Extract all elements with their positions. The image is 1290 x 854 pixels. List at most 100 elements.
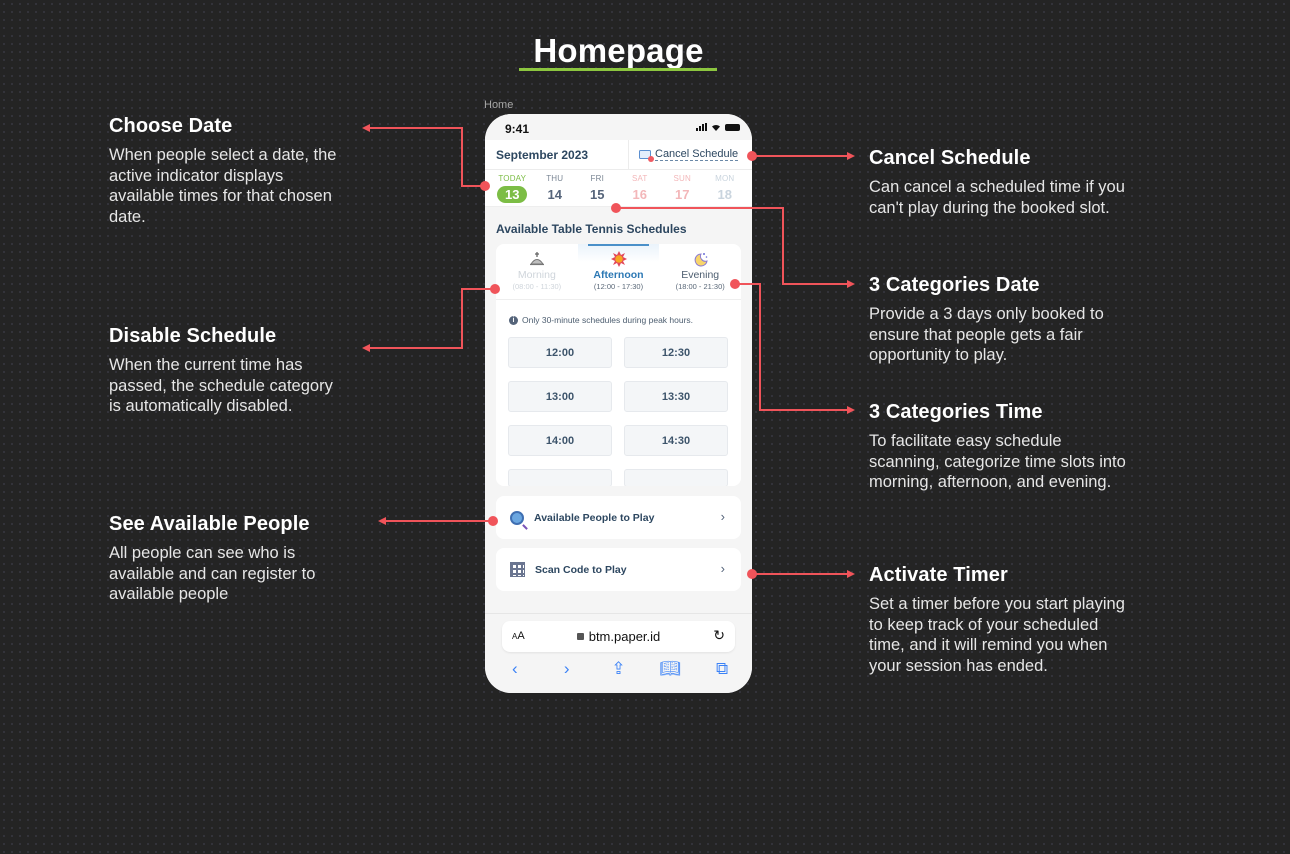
day-number: 13 <box>497 186 528 203</box>
battery-icon <box>725 124 740 131</box>
connector-disable-schedule <box>362 288 495 352</box>
day-item: MON 18 <box>704 174 747 206</box>
status-bar: 9:41 <box>485 114 752 140</box>
tabs-icon[interactable]: ⧉ <box>707 659 737 679</box>
connector-choose-date <box>362 124 485 187</box>
action-label: Available People to Play <box>534 511 655 524</box>
time-slot[interactable]: 13:30 <box>624 381 728 412</box>
note-body: To facilitate easy schedule scanning, ca… <box>869 432 1126 492</box>
note-categories-time: 3 Categories Time To facilitate easy sch… <box>869 401 1139 493</box>
scan-code-button[interactable]: Scan Code to Play › <box>496 548 741 591</box>
day-name: THU <box>546 174 564 183</box>
section-title: Available Table Tennis Schedules <box>496 222 687 236</box>
day-item[interactable]: THU 14 <box>534 174 577 206</box>
url-display: btm.paper.id <box>502 629 735 644</box>
time-slots: 12:00 12:30 13:00 13:30 14:00 14:30 <box>496 325 741 486</box>
note-see-people: See Available People All people can see … <box>109 513 379 605</box>
day-number: 18 <box>717 187 732 202</box>
note-title: Activate Timer <box>869 564 1008 586</box>
moon-icon <box>659 250 741 268</box>
category-range: (12:00 - 17:30) <box>593 282 644 291</box>
lock-icon <box>576 633 584 640</box>
note-body: Provide a 3 days only booked to ensure t… <box>869 305 1104 365</box>
bookmarks-icon[interactable]: 📖︎ <box>655 659 685 679</box>
back-icon[interactable]: ‹ <box>500 659 530 679</box>
chevron-right-icon: › <box>720 561 725 576</box>
day-number: 14 <box>547 187 562 202</box>
schedule-card: Morning (08:00 - 11:30) Afternoon (12:00… <box>496 244 741 486</box>
share-icon[interactable]: ⇪ <box>603 659 633 679</box>
note-title: 3 Categories Time <box>869 401 1043 423</box>
note-title: Choose Date <box>109 115 233 137</box>
title-underline <box>519 68 717 71</box>
tab-evening[interactable]: Evening (18:00 - 21:30) <box>659 244 741 299</box>
info-note: i Only 30-minute schedules during peak h… <box>496 300 741 325</box>
day-name: TODAY <box>498 174 527 183</box>
note-disable-schedule: Disable Schedule When the current time h… <box>109 325 379 417</box>
people-search-icon <box>510 510 524 525</box>
status-time: 9:41 <box>505 122 530 136</box>
category-name: Evening <box>681 269 720 281</box>
day-item: SAT 16 <box>619 174 662 206</box>
time-slot-partial[interactable] <box>624 469 728 486</box>
day-number: 17 <box>675 187 690 202</box>
day-number: 16 <box>632 187 647 202</box>
chevron-right-icon: › <box>720 509 725 524</box>
address-bar[interactable]: AA btm.paper.id ↻ <box>502 621 735 652</box>
forward-icon[interactable]: › <box>552 659 582 679</box>
category-name: Morning <box>517 269 556 281</box>
tab-morning: Morning (08:00 - 11:30) <box>496 244 578 299</box>
cancel-calendar-icon <box>639 150 654 162</box>
day-item[interactable]: FRI 15 <box>576 174 619 206</box>
url-text: btm.paper.id <box>588 629 661 644</box>
day-name: MON <box>715 174 735 183</box>
action-label: Scan Code to Play <box>535 563 627 576</box>
browser-bar: AA btm.paper.id ↻ ‹ › ⇪ 📖︎ ⧉ <box>485 613 752 693</box>
day-name: FRI <box>590 174 604 183</box>
time-slot[interactable]: 12:00 <box>508 337 612 368</box>
note-body: Can cancel a scheduled time if you can't… <box>869 178 1125 217</box>
category-name: Afternoon <box>593 269 644 281</box>
status-icons <box>696 123 740 131</box>
time-slot[interactable]: 14:30 <box>624 425 728 456</box>
info-icon: i <box>509 315 518 325</box>
note-body: All people can see who is available and … <box>109 544 316 604</box>
note-categories-date: 3 Categories Date Provide a 3 days only … <box>869 274 1139 366</box>
connector-categories-time <box>735 283 855 414</box>
note-body: Set a timer before you start playing to … <box>869 595 1125 676</box>
time-slot-partial[interactable] <box>508 469 612 486</box>
wifi-icon <box>712 124 720 131</box>
note-body: When people select a date, the active in… <box>109 146 337 227</box>
morning-icon <box>496 250 578 268</box>
frame-label: Home <box>484 99 514 111</box>
day-item: SUN 17 <box>661 174 704 206</box>
note-choose-date: Choose Date When people select a date, t… <box>109 115 379 228</box>
day-name: SAT <box>631 174 648 183</box>
month-label: September 2023 <box>496 147 589 162</box>
sun-icon <box>578 250 660 268</box>
day-item[interactable]: TODAY 13 <box>491 174 534 206</box>
phone-mockup: 9:41 September 2023 Cancel Schedule TODA… <box>485 114 752 693</box>
page-title: Homepage <box>533 32 704 69</box>
day-name: SUN <box>673 174 691 183</box>
day-number: 15 <box>590 187 605 202</box>
available-people-button[interactable]: Available People to Play › <box>496 496 741 539</box>
cancel-schedule-label: Cancel Schedule <box>655 148 739 161</box>
note-activate-timer: Activate Timer Set a timer before you st… <box>869 564 1139 677</box>
category-range: (18:00 - 21:30) <box>675 282 725 291</box>
reload-icon[interactable]: ↻ <box>713 627 725 644</box>
cancel-schedule-button[interactable]: Cancel Schedule <box>629 148 739 162</box>
note-cancel-schedule: Cancel Schedule Can cancel a scheduled t… <box>869 147 1139 218</box>
note-title: See Available People <box>109 513 310 535</box>
time-slot[interactable]: 13:00 <box>508 381 612 412</box>
qr-code-icon <box>510 562 525 577</box>
browser-nav: ‹ › ⇪ 📖︎ ⧉ <box>485 659 752 679</box>
time-slot[interactable]: 12:30 <box>624 337 728 368</box>
category-range: (08:00 - 11:30) <box>512 282 562 291</box>
info-text: Only 30-minute schedules during peak hou… <box>522 315 694 325</box>
signal-icon <box>696 123 707 131</box>
note-title: Disable Schedule <box>109 325 277 347</box>
tab-afternoon[interactable]: Afternoon (12:00 - 17:30) <box>577 244 660 299</box>
time-slot[interactable]: 14:00 <box>508 425 612 456</box>
note-title: 3 Categories Date <box>869 274 1040 296</box>
